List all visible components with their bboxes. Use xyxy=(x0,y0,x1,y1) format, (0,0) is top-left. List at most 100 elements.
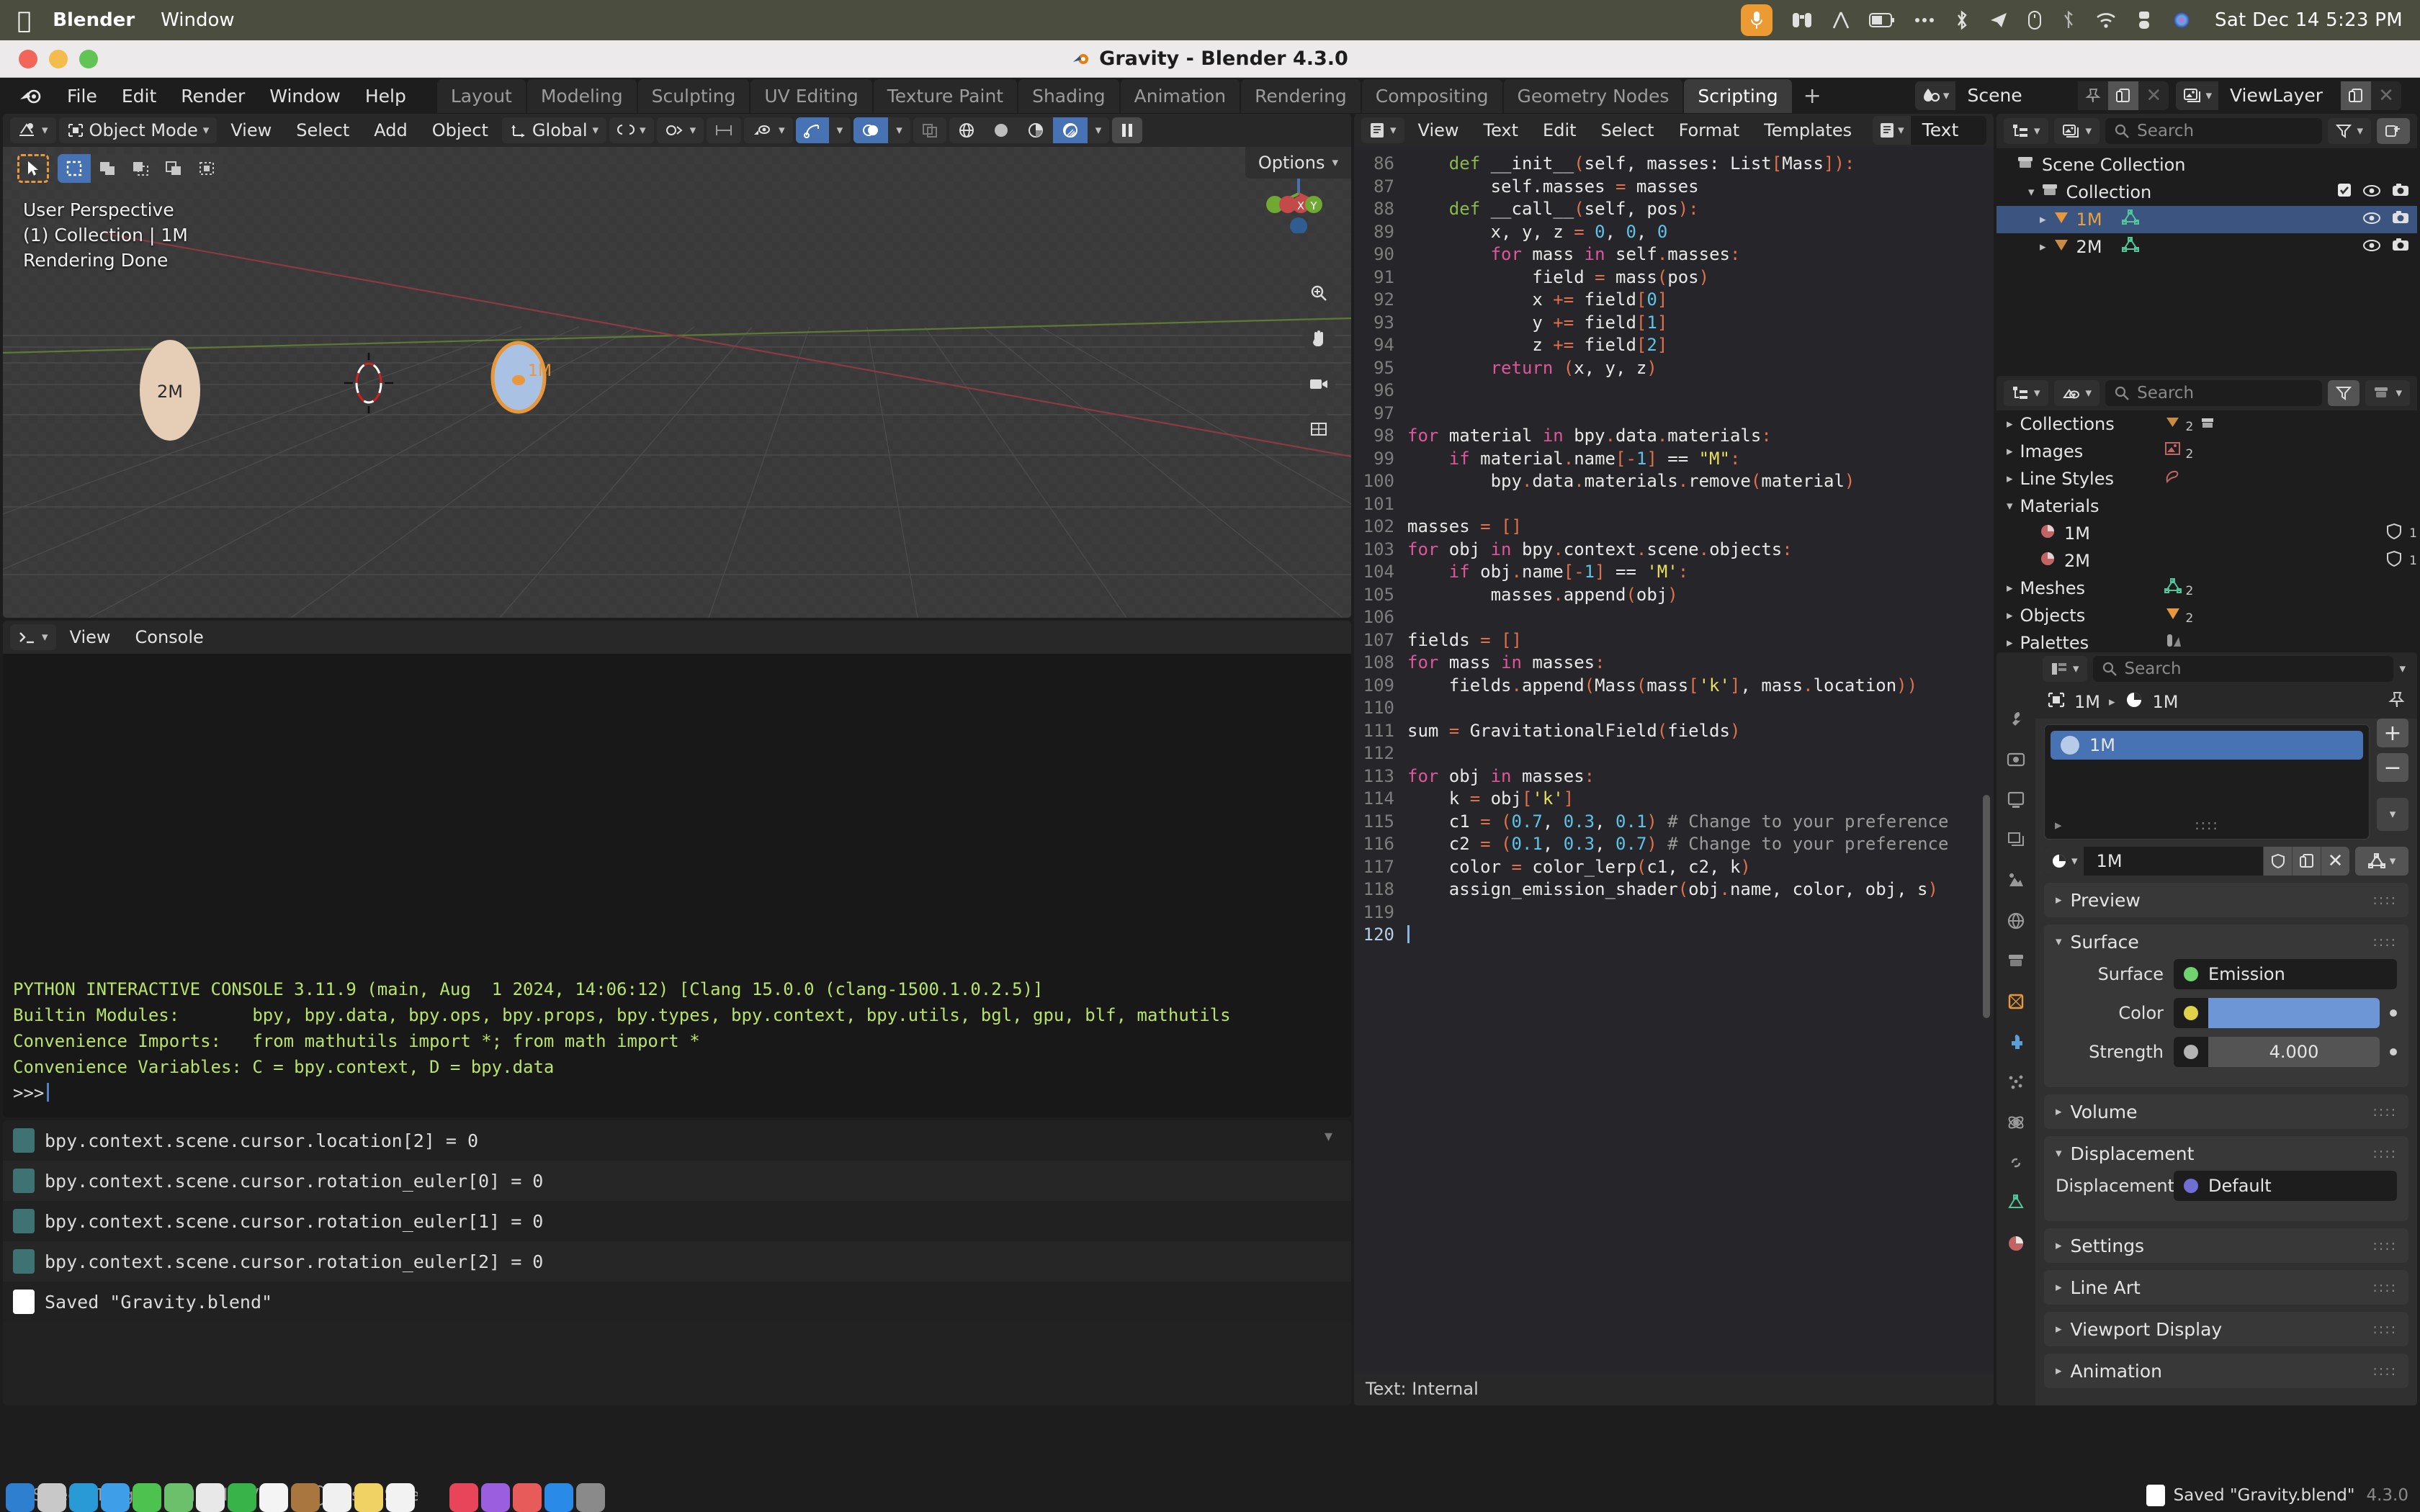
camera-icon[interactable] xyxy=(2391,182,2410,202)
menu-window[interactable]: Window xyxy=(257,81,353,111)
console-menu-view[interactable]: View xyxy=(59,624,122,650)
scene-name[interactable]: Scene xyxy=(1955,81,2079,110)
chevron-right-icon[interactable]: ▸ xyxy=(2040,212,2046,227)
outliner-row-1m[interactable]: ▸ 1M xyxy=(1996,206,2417,233)
panel-header[interactable]: ▸ Settings :::: xyxy=(2044,1228,2408,1263)
menu-file[interactable]: File xyxy=(55,81,109,111)
editor-type-selector[interactable]: ▾ xyxy=(10,117,56,143)
breadcrumb-object[interactable]: 1M xyxy=(2074,692,2100,712)
tab-geometry-nodes[interactable]: Geometry Nodes xyxy=(1503,78,1683,113)
editor-type-selector-properties[interactable]: ▾ xyxy=(2043,656,2087,682)
particles-icon[interactable] xyxy=(2004,1070,2028,1094)
pause-rendering-toggle[interactable] xyxy=(1112,117,1143,143)
screen-mirroring-icon[interactable] xyxy=(2136,10,2153,30)
telegram-icon[interactable] xyxy=(1989,10,2009,30)
blend-data-collection-filter[interactable]: ▾ xyxy=(2365,380,2410,406)
text-datablock-icon[interactable]: ▾ xyxy=(1873,116,1911,145)
panel-preview[interactable]: ▸ Preview :::: xyxy=(2044,883,2408,917)
physics-icon[interactable] xyxy=(2004,1110,2028,1135)
properties-search-input[interactable]: Search xyxy=(2092,656,2394,682)
menu-edit[interactable]: Edit xyxy=(109,81,169,111)
wifi-icon[interactable] xyxy=(2095,12,2117,29)
clock[interactable]: Sat Dec 14 5:23 PM xyxy=(2215,9,2403,31)
viewlayer-icon[interactable] xyxy=(2004,828,2028,852)
material-preview-type-button[interactable]: ▾ xyxy=(2355,847,2408,876)
properties-scroll-area[interactable]: 1M ▸ :::: + − ▾ ▾ 1M ✕ ▾ ▸ Preview:::: … xyxy=(2035,719,2417,1405)
shading-material-preview[interactable] xyxy=(1018,117,1053,143)
tab-animation[interactable]: Animation xyxy=(1120,78,1240,113)
select-invert-icon[interactable] xyxy=(157,154,190,183)
checkbox-icon[interactable] xyxy=(2336,182,2352,202)
fake-user-button[interactable] xyxy=(2263,847,2292,876)
console-prompt-line[interactable]: >>> xyxy=(13,1080,1231,1106)
list-item[interactable]: bpy.context.scene.cursor.rotation_euler[… xyxy=(3,1201,1351,1241)
code-scrollbar[interactable] xyxy=(1983,795,1990,1018)
select-extend-icon[interactable] xyxy=(91,154,124,183)
pin-icon[interactable] xyxy=(2388,691,2406,713)
tab-rendering[interactable]: Rendering xyxy=(1241,78,1361,113)
surface-shader-selector[interactable]: Emission xyxy=(2174,959,2397,989)
apple-logo-icon[interactable]:  xyxy=(17,9,31,32)
blend-data-display-mode[interactable]: ▾ xyxy=(2053,380,2100,406)
editor-type-selector-outliner[interactable]: ▾ xyxy=(2004,118,2048,144)
bluetooth-icon[interactable] xyxy=(1954,10,1970,30)
text-menu-templates[interactable]: Templates xyxy=(1753,117,1863,143)
chevron-right-icon[interactable]: ▸ xyxy=(2007,472,2013,486)
visibility-options[interactable]: ▾ xyxy=(744,117,793,143)
outliner-search-input[interactable]: Search xyxy=(2105,118,2323,144)
outliner-filter-button[interactable]: ▾ xyxy=(2328,118,2371,144)
tweak-tool-icon[interactable] xyxy=(17,154,49,183)
chevron-right-icon[interactable]: ▸ xyxy=(2007,608,2013,623)
blend-data-row-palettes[interactable]: ▸ Palettes xyxy=(1996,629,2417,649)
panel-displacement[interactable]: ▾ Displacement :::: Displacement Default xyxy=(2044,1136,2408,1221)
blend-data-search-input[interactable]: Search xyxy=(2105,380,2323,406)
blend-data-row-materials[interactable]: ▾ Materials xyxy=(1996,492,2417,520)
list-item[interactable]: Saved "Gravity.blend" xyxy=(3,1282,1351,1322)
shading-solid[interactable] xyxy=(984,117,1018,143)
emission-strength-value[interactable]: 4.000 xyxy=(2208,1037,2380,1067)
material-specials-menu-button[interactable]: ▾ xyxy=(2377,798,2408,831)
binoculars-icon[interactable] xyxy=(1791,10,1813,30)
scene-icon[interactable] xyxy=(2004,868,2028,893)
blend-data-row-material-1m[interactable]: 1M 1 xyxy=(1996,520,2417,547)
tab-sculpting[interactable]: Sculpting xyxy=(637,78,750,113)
text-menu-text[interactable]: Text xyxy=(1473,117,1530,143)
code-area[interactable]: 86 def __init__(self, masses: List[Mass]… xyxy=(1354,147,1994,1372)
viewport-menu-add[interactable]: Add xyxy=(363,117,418,143)
transform-orientation-selector[interactable]: Global ▾ xyxy=(501,117,607,143)
material-browse-icon[interactable]: ▾ xyxy=(2044,847,2084,876)
zoom-icon[interactable] xyxy=(1302,276,1335,310)
new-scene-button[interactable] xyxy=(2108,81,2139,110)
add-material-slot-button[interactable]: + xyxy=(2377,719,2408,747)
displacement-method-selector[interactable]: Default xyxy=(2174,1171,2397,1201)
toggle-orthographic-icon[interactable] xyxy=(1302,413,1335,446)
object-icon[interactable] xyxy=(2004,989,2028,1014)
object-icon[interactable] xyxy=(2047,691,2066,713)
battery-icon[interactable] xyxy=(1869,12,1895,29)
outliner-row-2m[interactable]: ▸ 2M xyxy=(1996,233,2417,261)
blend-data-row-collections[interactable]: ▸ Collections 2 xyxy=(1996,410,2417,438)
chevron-right-icon[interactable]: ▸ xyxy=(2040,240,2046,254)
expand-list-icon[interactable]: ▸ xyxy=(2055,817,2062,833)
world-icon[interactable] xyxy=(2004,909,2028,933)
list-item[interactable]: bpy.context.scene.cursor.location[2] = 0 xyxy=(3,1120,1351,1161)
emission-color-swatch[interactable] xyxy=(2208,998,2380,1028)
proportional-editing-toggle[interactable]: ▾ xyxy=(656,117,704,143)
shading-dropdown[interactable]: ▾ xyxy=(1088,117,1110,143)
panel-settings[interactable]: ▸ Settings :::: xyxy=(2044,1228,2408,1263)
viewport-menu-view[interactable]: View xyxy=(220,117,282,143)
select-new-icon[interactable] xyxy=(58,154,91,183)
show-overlays-toggle[interactable] xyxy=(853,117,889,143)
xray-toggle[interactable] xyxy=(913,117,946,143)
mirror-options[interactable] xyxy=(707,117,742,143)
select-intersect-icon[interactable] xyxy=(190,154,223,183)
material-name-field[interactable]: 1M xyxy=(2084,851,2263,871)
collection-props-icon[interactable] xyxy=(2004,949,2028,973)
text-datablock-name[interactable]: Text xyxy=(1910,116,1986,145)
console-output[interactable]: PYTHON INTERACTIVE CONSOLE 3.11.9 (main,… xyxy=(3,654,1351,1117)
panel-surface[interactable]: ▾ Surface :::: Surface Emission Color St… xyxy=(2044,924,2408,1087)
tool-icon[interactable] xyxy=(2004,707,2028,732)
blend-data-row-images[interactable]: ▸ Images 2 xyxy=(1996,438,2417,465)
data-icon[interactable] xyxy=(2004,1191,2028,1215)
tab-uv-editing[interactable]: UV Editing xyxy=(750,78,872,113)
